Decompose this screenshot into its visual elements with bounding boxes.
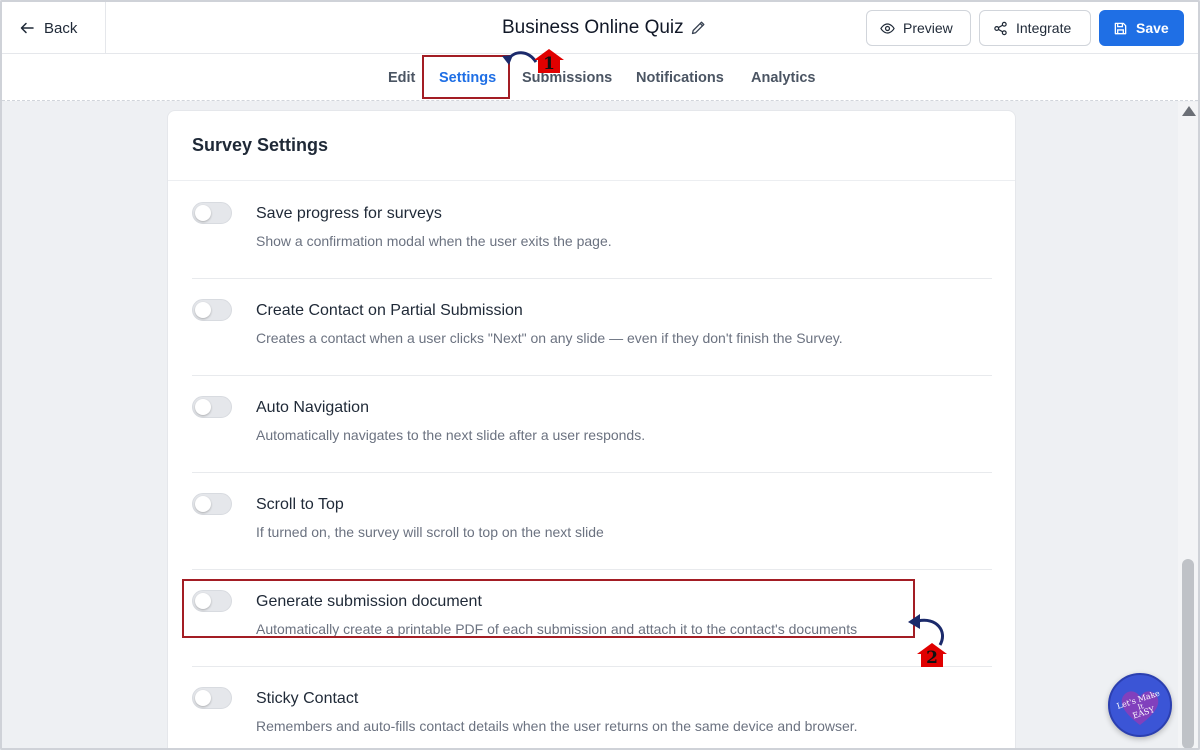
back-label: Back [44,19,78,37]
setting-label: Generate submission document [256,593,482,610]
tab-notifications[interactable]: Notifications [636,54,724,101]
setting-generate-document: Generate submission document Automatical… [192,570,992,667]
app-window: Back Business Online Quiz Preview Integr… [0,0,1200,750]
preview-label: Preview [903,20,953,36]
sticky-contact-toggle[interactable] [192,687,232,709]
create-contact-toggle[interactable] [192,299,232,321]
setting-description: Automatically navigates to the next slid… [256,427,646,443]
toggle-knob [195,496,211,512]
pencil-icon[interactable] [690,20,706,36]
save-label: Save [1136,20,1169,36]
step-badge-1: 1 [533,48,565,74]
card-header: Survey Settings [168,111,1015,181]
arrow-left-icon [20,22,34,34]
toggle-knob [195,690,211,706]
setting-sticky-contact: Sticky Contact Remembers and auto-fills … [192,667,992,748]
tab-edit[interactable]: Edit [388,54,415,101]
badge-number: 2 [926,648,938,668]
back-button[interactable]: Back [2,2,106,54]
share-icon [994,21,1007,35]
scrollbar-thumb[interactable] [1182,559,1194,748]
top-bar: Back Business Online Quiz Preview Integr… [2,2,1198,54]
setting-create-contact: Create Contact on Partial Submission Cre… [192,279,992,376]
generate-document-toggle[interactable] [192,590,232,612]
preview-button[interactable]: Preview [866,10,971,46]
toggle-knob [195,205,211,221]
watermark-logo: Let's Make It EASY [1108,673,1172,737]
tab-bar: Edit Settings Submissions Notifications … [2,54,1198,101]
eye-icon [880,22,895,34]
heart-logo-icon: Let's Make It EASY [1116,689,1161,725]
page-title: Business Online Quiz [502,17,684,38]
integrate-label: Integrate [1016,20,1072,36]
setting-description: If turned on, the survey will scroll to … [256,524,604,540]
setting-save-progress: Save progress for surveys Show a confirm… [192,182,992,279]
step-badge-2: 2 [916,642,948,668]
auto-navigation-toggle[interactable] [192,396,232,418]
integrate-button[interactable]: Integrate [979,10,1091,46]
scroll-to-top-toggle[interactable] [192,493,232,515]
setting-label: Save progress for surveys [256,205,442,222]
tab-analytics[interactable]: Analytics [751,54,815,101]
toggle-knob [195,593,211,609]
survey-settings-card: Survey Settings Save progress for survey… [167,110,1016,748]
floppy-disk-icon [1114,22,1127,34]
tab-settings[interactable]: Settings [439,54,496,101]
scroll-up-arrow-icon[interactable] [1182,106,1196,116]
save-button[interactable]: Save [1099,10,1184,46]
setting-description: Automatically create a printable PDF of … [256,621,858,637]
toggle-knob [195,302,211,318]
setting-scroll-to-top: Scroll to Top If turned on, the survey w… [192,473,992,570]
badge-number: 1 [543,54,555,74]
setting-description: Creates a contact when a user clicks "Ne… [256,330,843,346]
setting-label: Scroll to Top [256,496,344,513]
setting-auto-navigation: Auto Navigation Automatically navigates … [192,376,992,473]
toggle-knob [195,399,211,415]
setting-description: Show a confirmation modal when the user … [256,233,612,249]
card-title: Survey Settings [192,135,329,155]
setting-label: Auto Navigation [256,399,369,416]
setting-label: Sticky Contact [256,690,359,707]
save-progress-toggle[interactable] [192,202,232,224]
setting-description: Remembers and auto-fills contact details… [256,718,858,734]
setting-label: Create Contact on Partial Submission [256,302,523,319]
